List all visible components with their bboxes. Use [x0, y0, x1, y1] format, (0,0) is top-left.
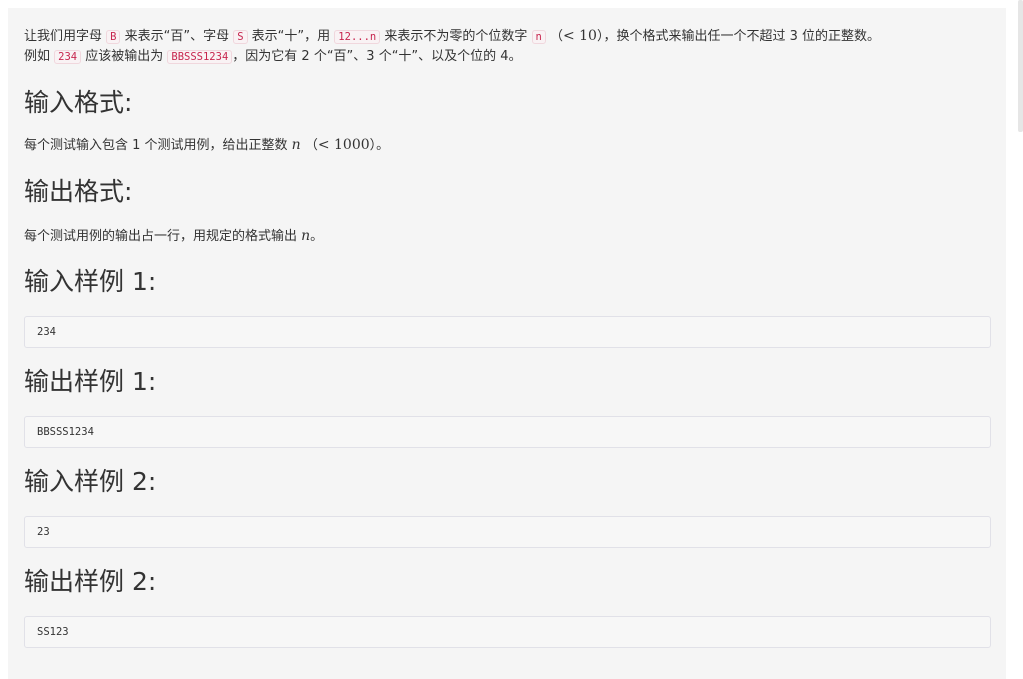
code-letter-b: B: [106, 30, 121, 44]
code-sequence: 12...n: [334, 30, 381, 44]
math-n: n: [301, 228, 311, 244]
desc-text: （: [545, 29, 563, 44]
input-format-title: 输入格式:: [24, 88, 133, 117]
desc-text: ），换个格式来输出任一个不超过 3 位的正整数。: [596, 29, 881, 44]
sample-input-1-wrap: 234: [24, 316, 991, 348]
sample-input-1-section: 输入样例 1:: [24, 267, 990, 297]
desc-text: 例如: [24, 49, 55, 64]
code-n: n: [531, 30, 546, 44]
sample-input-1-title: 输入样例 1:: [24, 267, 157, 296]
sample-output-1-section: 输出样例 1:: [24, 367, 990, 397]
sample-output-2-section: 输出样例 2:: [24, 567, 990, 597]
sample-input-2-box[interactable]: 23: [24, 516, 991, 548]
sample-output-1-box[interactable]: BBSSS1234: [24, 416, 991, 448]
sample-input-1-box[interactable]: 234: [24, 316, 991, 348]
desc-text: 让我们用字母: [24, 29, 107, 44]
output-format-text: 每个测试用例的输出占一行，用规定的格式输出 n。: [24, 228, 324, 244]
sample-output-2-box[interactable]: SS123: [24, 616, 991, 648]
scrollbar-thumb[interactable]: [1018, 0, 1023, 132]
output-format-section: 输出格式:: [24, 177, 990, 207]
desc-text: 表示“十”，用: [247, 29, 335, 44]
problem-description: 让我们用字母 B 来表示“百”、字母 S 表示“十”，用 12...n 来表示不…: [24, 26, 990, 67]
math-n: n: [291, 137, 301, 153]
math-lt-1000: < 1000: [317, 137, 370, 153]
code-letter-s: S: [233, 30, 248, 44]
output-format-body: 每个测试用例的输出占一行，用规定的格式输出 n。: [24, 227, 990, 246]
desc-text: ，因为它有 2 个“百”、3 个“十”、以及个位的 4。: [232, 49, 522, 64]
sample-output-2-title: 输出样例 2:: [24, 567, 157, 596]
sample-output-1-wrap: BBSSS1234: [24, 416, 991, 448]
scrollbar-track[interactable]: [1017, 0, 1023, 679]
sample-input-2-title: 输入样例 2:: [24, 467, 157, 496]
desc-text: 来表示不为零的个位数字: [380, 29, 532, 44]
output-format-title: 输出格式:: [24, 177, 133, 206]
code-example-input: 234: [54, 50, 82, 64]
sample-input-2-section: 输入样例 2:: [24, 467, 990, 497]
problem-panel: 让我们用字母 B 来表示“百”、字母 S 表示“十”，用 12...n 来表示不…: [8, 8, 1006, 679]
sample-input-2-wrap: 23: [24, 516, 991, 548]
input-format-body: 每个测试输入包含 1 个测试用例，给出正整数 n （< 1000）。: [24, 136, 990, 155]
desc-text: 应该被输出为: [81, 49, 168, 64]
desc-text: 来表示“百”、字母: [120, 29, 234, 44]
input-format-section: 输入格式:: [24, 88, 990, 118]
sample-output-1-title: 输出样例 1:: [24, 367, 157, 396]
sample-output-2-wrap: SS123: [24, 616, 991, 648]
code-example-output: BBSSS1234: [167, 50, 233, 64]
math-lt-10: < 10: [562, 28, 597, 44]
input-format-text: 每个测试输入包含 1 个测试用例，给出正整数 n （< 1000）。: [24, 137, 390, 153]
